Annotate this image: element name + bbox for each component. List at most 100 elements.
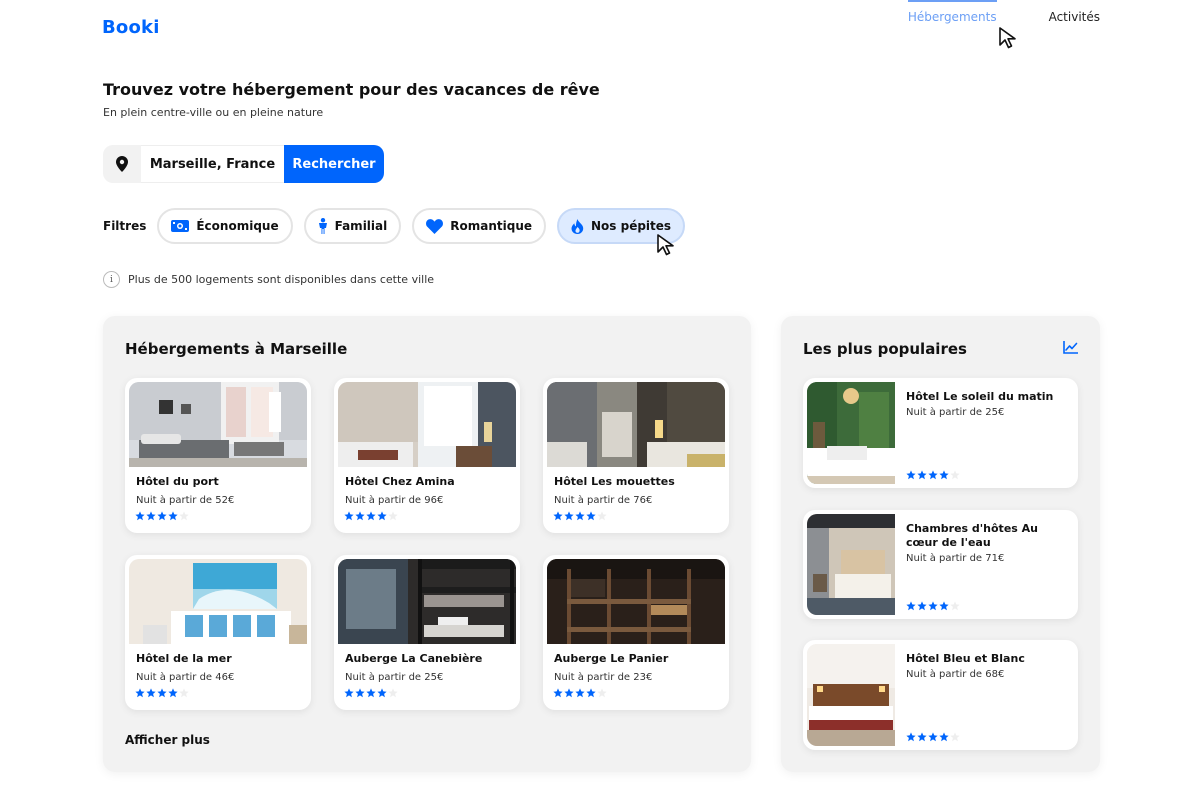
popular-card[interactable]: Hôtel Le soleil du matin Nuit à partir d… <box>803 378 1078 488</box>
listing-card[interactable]: Hôtel Chez Amina Nuit à partir de 96€ <box>334 378 520 533</box>
star-empty-icon <box>179 511 189 521</box>
popular-name: Hôtel Le soleil du matin <box>906 390 1054 403</box>
popular-card[interactable]: Chambres d'hôtes Au cœur de l'eau Nuit à… <box>803 510 1078 619</box>
star-filled-icon <box>928 470 938 480</box>
listing-card[interactable]: Hôtel du port Nuit à partir de 52€ <box>125 378 311 533</box>
star-filled-icon <box>586 511 596 521</box>
star-filled-icon <box>586 688 596 698</box>
listing-card[interactable]: Hôtel Les mouettes Nuit à partir de 76€ <box>543 378 729 533</box>
location-pin-icon <box>103 145 141 183</box>
star-filled-icon <box>135 688 145 698</box>
popular-photo <box>807 382 895 484</box>
filters-label: Filtres <box>103 219 147 233</box>
nav-activites[interactable]: Activités <box>1049 10 1100 28</box>
star-filled-icon <box>928 732 938 742</box>
listing-price: Nuit à partir de 76€ <box>554 495 653 506</box>
availability-info: i Plus de 500 logements sont disponibles… <box>103 271 434 288</box>
popular-title: Les plus populaires <box>803 340 967 358</box>
popular-price: Nuit à partir de 71€ <box>906 553 1005 564</box>
info-icon: i <box>103 271 120 288</box>
star-filled-icon <box>135 511 145 521</box>
star-filled-icon <box>355 688 365 698</box>
popular-name: Chambres d'hôtes Au cœur de l'eau <box>906 522 1038 549</box>
booki-logo[interactable]: Booki <box>102 17 160 38</box>
listing-name: Auberge Le Panier <box>554 652 669 665</box>
star-empty-icon <box>597 511 607 521</box>
mouse-cursor-icon <box>999 27 1016 49</box>
star-filled-icon <box>906 601 916 611</box>
popular-photo <box>807 514 895 615</box>
money-icon <box>171 220 190 232</box>
star-filled-icon <box>366 688 376 698</box>
star-filled-icon <box>377 511 387 521</box>
listing-photo <box>547 559 725 644</box>
star-filled-icon <box>575 688 585 698</box>
listing-card[interactable]: Hôtel de la mer Nuit à partir de 46€ <box>125 555 311 710</box>
rating-stars <box>553 688 725 698</box>
star-filled-icon <box>168 688 178 698</box>
popular-panel: Les plus populaires Hôtel Le soleil du m… <box>781 316 1100 772</box>
star-filled-icon <box>939 601 949 611</box>
listing-card[interactable]: Auberge La Canebière Nuit à partir de 25… <box>334 555 520 710</box>
star-filled-icon <box>575 511 585 521</box>
listing-name: Hôtel du port <box>136 475 219 488</box>
rating-stars <box>135 511 307 521</box>
star-filled-icon <box>553 688 563 698</box>
popular-name: Hôtel Bleu et Blanc <box>906 652 1025 665</box>
page-title: Trouvez votre hébergement pour des vacan… <box>103 80 600 99</box>
filter-label: Familial <box>334 219 388 233</box>
child-icon <box>318 218 327 234</box>
star-filled-icon <box>146 511 156 521</box>
listing-name: Auberge La Canebière <box>345 652 483 665</box>
popular-price: Nuit à partir de 68€ <box>906 669 1005 680</box>
search-button[interactable]: Rechercher <box>284 145 384 183</box>
availability-text: Plus de 500 logements sont disponibles d… <box>128 273 435 286</box>
rating-stars <box>344 511 516 521</box>
filter-familial[interactable]: Familial <box>303 208 402 244</box>
listings-panel: Hébergements à Marseille Hôtel du port N… <box>103 316 751 772</box>
filter-economique[interactable]: Économique <box>157 208 293 244</box>
star-filled-icon <box>553 511 563 521</box>
listing-name: Hôtel Les mouettes <box>554 475 675 488</box>
star-filled-icon <box>928 601 938 611</box>
star-filled-icon <box>917 470 927 480</box>
filters-bar: Filtres Économique Familial Romantique N… <box>103 208 696 244</box>
location-input[interactable]: Marseille, France <box>141 145 284 183</box>
filter-label: Nos pépites <box>591 219 672 233</box>
rating-stars <box>344 688 516 698</box>
star-empty-icon <box>950 732 960 742</box>
star-filled-icon <box>564 511 574 521</box>
fire-icon <box>571 218 584 234</box>
star-filled-icon <box>168 511 178 521</box>
listing-card[interactable]: Auberge Le Panier Nuit à partir de 23€ <box>543 555 729 710</box>
star-empty-icon <box>388 511 398 521</box>
listing-photo <box>338 559 516 644</box>
listing-photo <box>338 382 516 467</box>
nav-hebergements[interactable]: Hébergements <box>907 0 997 28</box>
listing-price: Nuit à partir de 46€ <box>136 672 235 683</box>
search-bar: Marseille, France Rechercher <box>103 145 384 183</box>
rating-stars <box>906 601 960 611</box>
star-filled-icon <box>355 511 365 521</box>
star-empty-icon <box>179 688 189 698</box>
listing-price: Nuit à partir de 23€ <box>554 672 653 683</box>
star-filled-icon <box>906 732 916 742</box>
filter-romantique[interactable]: Romantique <box>412 208 546 244</box>
rating-stars <box>906 470 960 480</box>
star-filled-icon <box>939 470 949 480</box>
star-filled-icon <box>366 511 376 521</box>
trend-chart-icon <box>1063 341 1078 354</box>
popular-card[interactable]: Hôtel Bleu et Blanc Nuit à partir de 68€ <box>803 640 1078 750</box>
listing-photo <box>129 382 307 467</box>
main-nav: Hébergements Activités <box>907 0 1100 28</box>
star-filled-icon <box>917 732 927 742</box>
star-empty-icon <box>950 470 960 480</box>
popular-price: Nuit à partir de 25€ <box>906 407 1005 418</box>
filter-label: Économique <box>196 219 279 233</box>
filter-nos-pepites[interactable]: Nos pépites <box>557 208 686 244</box>
rating-stars <box>906 732 960 742</box>
star-filled-icon <box>344 511 354 521</box>
listing-photo <box>547 382 725 467</box>
show-more-link[interactable]: Afficher plus <box>125 733 210 747</box>
listing-price: Nuit à partir de 96€ <box>345 495 444 506</box>
